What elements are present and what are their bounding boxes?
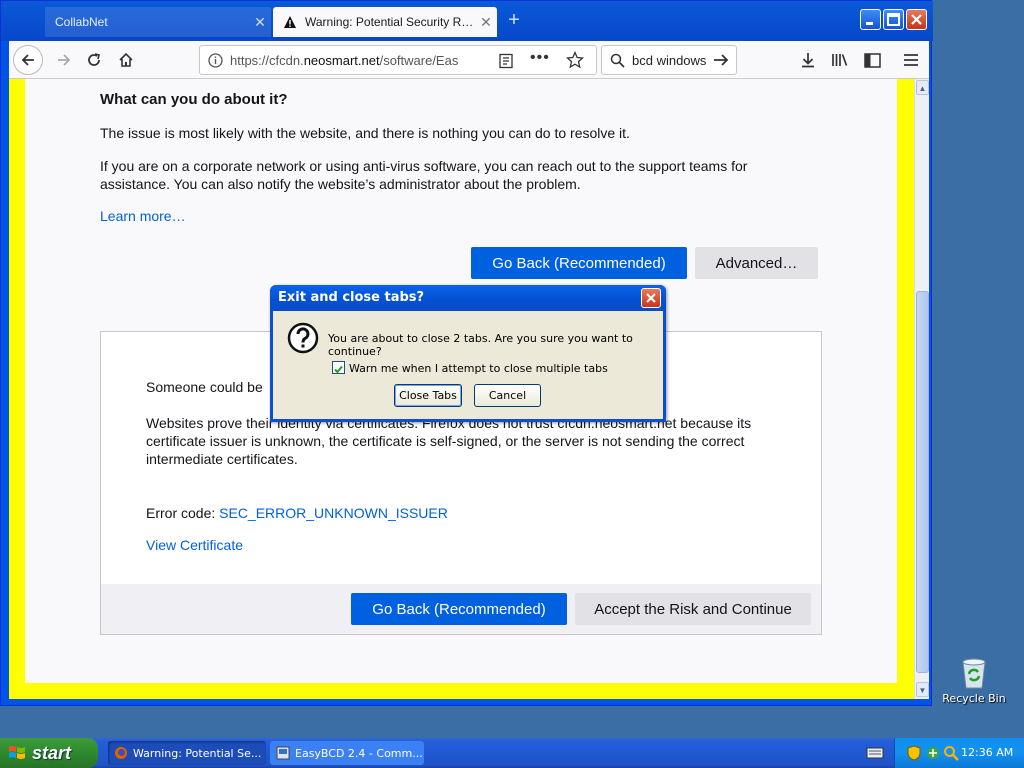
scroll-up-icon[interactable]: ▲ [916, 80, 929, 95]
paragraph-issue: The issue is most likely with the websit… [100, 125, 630, 141]
advanced-button[interactable]: Advanced… [695, 247, 818, 279]
vertical-scrollbar[interactable]: ▲ ▼ [914, 79, 929, 699]
easybcd-icon [276, 746, 290, 760]
info-icon[interactable] [208, 53, 223, 68]
reader-view-icon[interactable] [498, 53, 514, 69]
back-button[interactable] [13, 45, 43, 75]
tab-collabnet[interactable]: CollabNet ✕ [45, 7, 271, 37]
close-icon [646, 293, 656, 303]
error-code-link[interactable]: SEC_ERROR_UNKNOWN_ISSUER [219, 505, 448, 521]
library-button[interactable] [829, 49, 851, 71]
task-label: EasyBCD 2.4 - Comm... [295, 746, 423, 760]
keyboard-icon[interactable] [866, 746, 884, 760]
reload-icon [88, 53, 100, 66]
menu-button[interactable] [900, 49, 922, 71]
error-code-line: Error code: SEC_ERROR_UNKNOWN_ISSUER [146, 504, 776, 522]
forward-button[interactable] [49, 45, 79, 75]
go-back-button-secondary[interactable]: Go Back (Recommended) [351, 593, 567, 625]
hamburger-menu-icon [904, 54, 918, 66]
page-actions-icon[interactable]: ••• [530, 49, 550, 67]
warn-checkbox-label[interactable]: Warn me when I attempt to close multiple… [349, 362, 608, 375]
forward-arrow-icon [58, 54, 71, 66]
recycle-bin[interactable]: Recycle Bin [942, 656, 1006, 705]
start-button[interactable]: start [0, 738, 98, 768]
network-icon[interactable] [925, 745, 941, 761]
view-certificate-link[interactable]: View Certificate [146, 537, 243, 553]
go-back-button[interactable]: Go Back (Recommended) [471, 247, 687, 279]
sidebar-icon [863, 52, 881, 68]
minimize-button[interactable] [860, 9, 881, 30]
firefox-icon [115, 747, 127, 759]
recycle-bin-label: Recycle Bin [942, 692, 1006, 705]
downloads-button[interactable] [797, 49, 819, 71]
download-icon [802, 53, 814, 68]
taskbar-item-easybcd[interactable]: EasyBCD 2.4 - Comm... [270, 741, 424, 765]
close-window-button[interactable] [906, 9, 927, 30]
task-label: Warning: Potential Se... [133, 746, 262, 760]
question-icon [287, 322, 319, 354]
library-icon [832, 54, 848, 66]
maximize-button[interactable] [883, 9, 904, 30]
maximize-icon [887, 13, 900, 26]
home-button[interactable] [111, 45, 141, 75]
close-tabs-button[interactable]: Close Tabs [394, 384, 462, 407]
search-bar[interactable]: bcd windows [601, 45, 737, 75]
scrollbar-thumb[interactable] [916, 291, 929, 673]
cancel-button[interactable]: Cancel [474, 384, 541, 407]
taskbar-item-firefox[interactable]: Warning: Potential Se... [108, 741, 266, 765]
checkmark-icon [334, 365, 343, 374]
learn-more-link[interactable]: Learn more… [100, 208, 186, 224]
search-go-arrow-icon[interactable] [712, 52, 730, 68]
close-tab-icon[interactable]: ✕ [475, 14, 497, 31]
home-icon [119, 52, 133, 67]
security-shield-icon[interactable] [907, 745, 921, 761]
dialog-title: Exit and close tabs? [270, 285, 666, 311]
taskbar: start Warning: Potential Se... EasyBCD 2… [0, 738, 1024, 768]
close-tabs-dialog: Exit and close tabs? You are about to cl… [270, 285, 666, 422]
warn-checkbox[interactable] [332, 361, 345, 374]
reload-button[interactable] [79, 45, 109, 75]
url-text: https://cfcdn.neosmart.net/software/Eas [230, 53, 459, 68]
search-icon [610, 53, 625, 68]
tab-security-warning[interactable]: Warning: Potential Security Risk Ahead ✕ [273, 7, 497, 37]
navigation-toolbar: https://cfcdn.neosmart.net/software/Eas … [9, 41, 929, 79]
close-icon [911, 14, 922, 25]
windows-flag-icon [9, 746, 25, 759]
dialog-close-button[interactable] [641, 288, 661, 308]
dialog-message: You are about to close 2 tabs. Are you s… [328, 332, 633, 358]
tab-title: CollabNet [55, 15, 108, 29]
close-tab-icon[interactable]: ✕ [249, 14, 271, 31]
error-code-label: Error code: [146, 505, 220, 521]
search-query: bcd windows [632, 53, 707, 68]
paragraph-corporate: If you are on a corporate network or usi… [100, 158, 748, 192]
certificate-explanation: Websites prove their identity via certif… [146, 415, 752, 467]
advanced-panel-footer: Go Back (Recommended) Accept the Risk an… [101, 584, 821, 634]
section-heading: What can you do about it? [100, 91, 288, 108]
tab-title: Warning: Potential Security Risk Ahead [305, 15, 475, 29]
accept-risk-button[interactable]: Accept the Risk and Continue [575, 593, 811, 625]
url-bar[interactable]: https://cfcdn.neosmart.net/software/Eas … [199, 45, 597, 75]
tab-strip: CollabNet ✕ Warning: Potential Security … [1, 1, 933, 41]
scroll-down-icon[interactable]: ▼ [916, 682, 929, 697]
new-tab-icon[interactable]: + [503, 10, 525, 32]
minimize-icon [866, 22, 873, 25]
search-tray-icon[interactable] [943, 745, 959, 761]
system-tray: 12:36 AM [894, 738, 1024, 768]
recycle-bin-icon [962, 658, 986, 689]
bookmark-star-icon[interactable] [566, 51, 584, 69]
sidebar-button[interactable] [861, 49, 883, 71]
start-label: start [32, 742, 72, 763]
clock: 12:36 AM [961, 746, 1014, 759]
back-arrow-icon [21, 54, 34, 66]
warning-icon [284, 16, 296, 28]
